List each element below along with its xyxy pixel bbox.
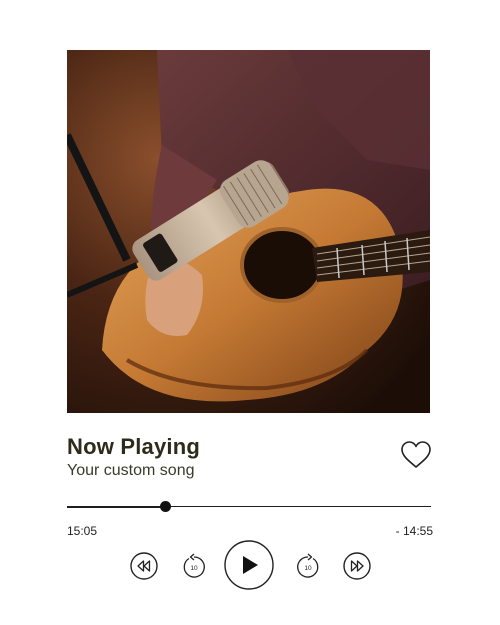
album-art bbox=[67, 50, 430, 413]
forward-10-icon: 10 bbox=[297, 553, 319, 578]
song-name: Your custom song bbox=[67, 462, 195, 479]
progress-knob[interactable] bbox=[159, 501, 171, 512]
time-elapsed: 15:05 bbox=[67, 524, 98, 538]
rewind-button[interactable] bbox=[130, 552, 158, 580]
skip-forward-10-button[interactable]: 10 bbox=[295, 552, 321, 580]
favorite-button[interactable] bbox=[400, 440, 432, 470]
skip-back-label: 10 bbox=[190, 565, 198, 572]
play-button[interactable] bbox=[224, 540, 274, 590]
fast-forward-icon bbox=[343, 552, 371, 580]
heart-icon bbox=[401, 441, 431, 468]
replay-10-icon: 10 bbox=[183, 553, 205, 578]
album-art-image bbox=[67, 50, 430, 413]
fast-forward-button[interactable] bbox=[343, 552, 371, 580]
progress-fill bbox=[67, 505, 166, 508]
progress-track[interactable] bbox=[67, 501, 431, 512]
rewind-icon bbox=[130, 552, 158, 580]
time-remaining: - 14:55 bbox=[395, 524, 433, 538]
play-icon bbox=[224, 540, 274, 590]
now-playing-title: Now Playing bbox=[67, 434, 200, 459]
skip-back-10-button[interactable]: 10 bbox=[181, 552, 207, 580]
skip-forward-label: 10 bbox=[304, 565, 312, 572]
